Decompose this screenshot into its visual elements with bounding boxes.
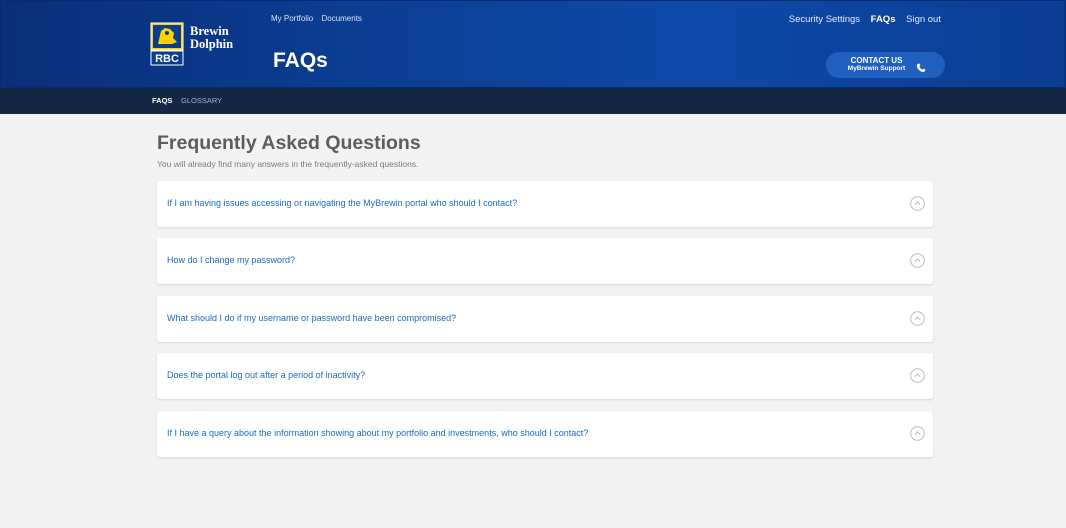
faq-question[interactable]: If I am having issues accessing or navig… — [167, 198, 517, 208]
sub-navigation: FAQS GLOSSARY — [0, 88, 1066, 114]
contact-support-label: MyBrewin Support — [847, 65, 906, 72]
faq-item[interactable]: Does the portal log out after a period o… — [157, 353, 933, 399]
header: RBC Brewin Dolphin My Portfolio Document… — [0, 0, 1066, 88]
expand-circle-icon[interactable] — [910, 368, 925, 383]
contact-us-button[interactable]: CONTACT US MyBrewin Support — [826, 52, 945, 78]
contact-us-label: CONTACT US — [850, 56, 903, 65]
top-nav-right: Security Settings FAQs Sign out — [781, 14, 941, 25]
expand-circle-icon[interactable] — [910, 253, 925, 268]
nav-link-security-settings[interactable]: Security Settings — [789, 14, 860, 25]
brand-name: Brewin Dolphin — [190, 25, 233, 51]
faq-question[interactable]: What should I do if my username or passw… — [167, 313, 456, 323]
nav-link-sign-out[interactable]: Sign out — [906, 14, 941, 25]
expand-circle-icon[interactable] — [910, 196, 925, 211]
page-title: FAQs — [273, 49, 328, 72]
faq-item[interactable]: How do I change my password? — [157, 238, 933, 284]
faq-question[interactable]: How do I change my password? — [167, 255, 295, 265]
faq-item[interactable]: If I have a query about the information … — [157, 411, 933, 457]
faq-heading: Frequently Asked Questions — [157, 132, 421, 154]
expand-circle-icon[interactable] — [910, 426, 925, 441]
nav-link-my-portfolio[interactable]: My Portfolio — [271, 14, 313, 23]
faq-question[interactable]: If I have a query about the information … — [167, 428, 588, 438]
brand-line-2: Dolphin — [190, 37, 234, 51]
faq-item[interactable]: What should I do if my username or passw… — [157, 296, 933, 342]
expand-circle-icon[interactable] — [910, 311, 925, 326]
rbc-logo-icon[interactable]: RBC — [150, 22, 184, 68]
tab-faqs[interactable]: FAQS — [152, 96, 172, 105]
faq-item[interactable]: If I am having issues accessing or navig… — [157, 181, 933, 227]
faq-question[interactable]: Does the portal log out after a period o… — [167, 370, 365, 380]
phone-icon — [916, 60, 926, 73]
tab-glossary[interactable]: GLOSSARY — [181, 96, 222, 105]
top-nav-left: My Portfolio Documents — [271, 14, 368, 23]
nav-link-faqs[interactable]: FAQs — [871, 14, 896, 25]
logo-text: RBC — [155, 53, 179, 65]
nav-link-documents[interactable]: Documents — [321, 14, 361, 23]
faq-intro: You will already find many answers in th… — [157, 159, 419, 169]
